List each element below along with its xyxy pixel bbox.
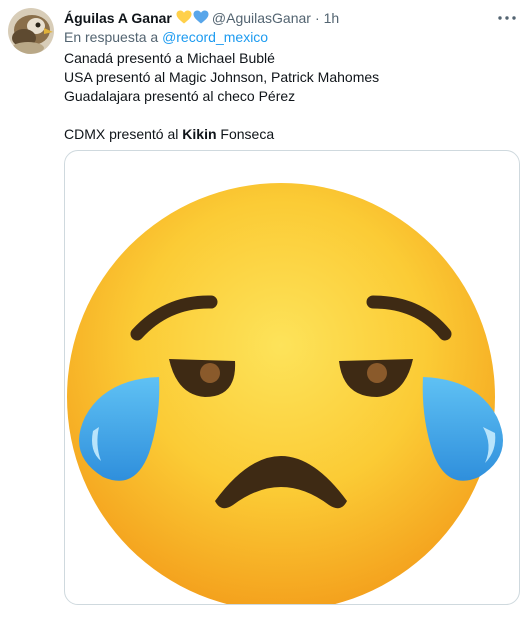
separator-dot: · <box>314 10 320 26</box>
line-prefix: CDMX presentó al <box>64 126 183 142</box>
tweet-line: Canadá presentó a Michael Bublé <box>64 50 275 66</box>
tweet: Águilas A Ganar @AguilasGanar · 1h En re… <box>0 0 529 620</box>
display-name[interactable]: Águilas A Ganar <box>64 10 172 26</box>
tweet-line: USA presentó al Magic Johnson, Patrick M… <box>64 69 380 85</box>
tweet-line: CDMX presentó al Kikin Fonseca <box>64 125 519 144</box>
line-suffix: Fonseca <box>216 126 275 142</box>
tweet-line: Guadalajara presentó al checo Pérez <box>64 88 296 104</box>
user-handle[interactable]: @AguilasGanar <box>212 10 311 26</box>
name-badges <box>176 10 209 27</box>
tweet-media[interactable] <box>64 150 520 605</box>
reply-to-link[interactable]: @record_mexico <box>162 29 268 45</box>
crying-face-emoji <box>67 183 503 604</box>
yellow-heart-icon <box>176 10 192 27</box>
reply-context: En respuesta a @record_mexico <box>64 29 268 45</box>
reply-prefix: En respuesta a <box>64 29 163 45</box>
tweet-header: Águilas A Ganar @AguilasGanar · 1h <box>64 8 519 28</box>
tweet-text: Canadá presentó a Michael Bublé USA pres… <box>64 49 519 144</box>
avatar[interactable] <box>8 8 54 54</box>
timestamp[interactable]: 1h <box>324 10 340 26</box>
bold-word: Kikin <box>182 126 217 142</box>
blue-heart-icon <box>193 10 209 27</box>
more-options-icon[interactable] <box>495 8 519 28</box>
